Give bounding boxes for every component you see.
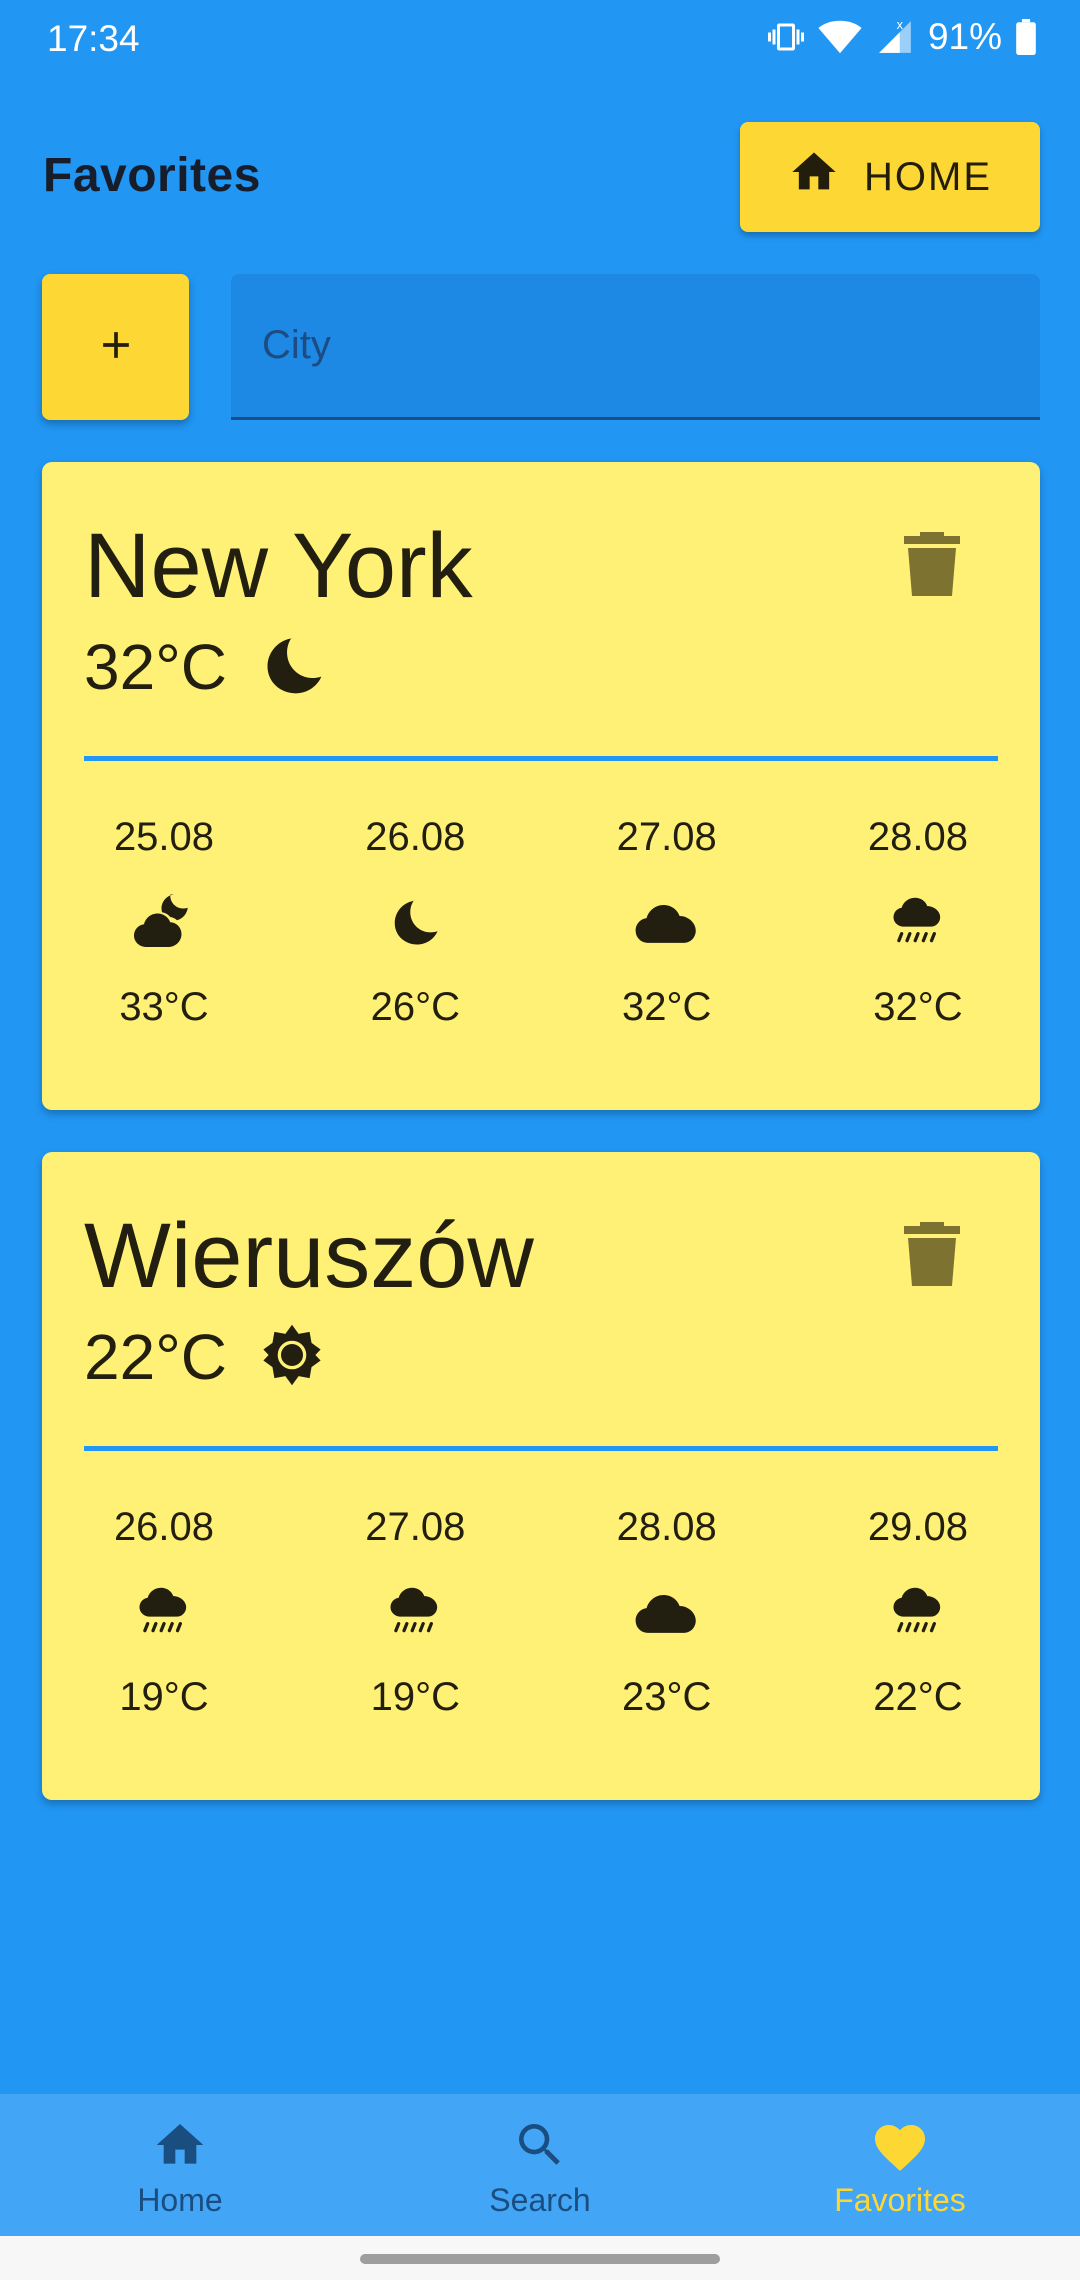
forecast-date: 26.08 (113, 1505, 215, 1549)
home-icon (152, 2117, 208, 2178)
forecast-day: 27.08 32°C (587, 812, 747, 1032)
forecast-temp: 33°C (119, 985, 209, 1029)
forecast-row: 25.08 33°C 26.08 26°C 27.08 32°C 28.08 3… (84, 812, 998, 1032)
status-icons: x 91% (767, 16, 1036, 58)
trash-icon (904, 531, 960, 601)
rain-icon (889, 1552, 947, 1672)
signal-icon: x (876, 18, 914, 56)
add-city-button[interactable] (42, 274, 189, 420)
nav-label: Home (137, 2182, 223, 2218)
plus-icon (94, 323, 138, 372)
wifi-icon (818, 19, 862, 55)
forecast-date: 26.08 (365, 815, 466, 859)
sun-icon (259, 1322, 325, 1393)
gesture-handle[interactable] (360, 2254, 720, 2264)
home-button-label: HOME (864, 154, 992, 199)
moon-icon (259, 631, 327, 704)
city-name: New York (84, 515, 473, 617)
favorite-card: Wieruszów 22°C 26.08 19°C 27.08 19°C 28.… (42, 1152, 1040, 1800)
forecast-date: 29.08 (867, 1505, 969, 1549)
forecast-day: 26.08 19°C (84, 1502, 244, 1722)
battery-percent: 91% (927, 16, 1002, 57)
forecast-temp: 23°C (621, 1675, 712, 1719)
forecast-day: 27.08 19°C (335, 1502, 495, 1722)
forecast-day: 28.08 23°C (587, 1502, 747, 1722)
vibrate-icon (767, 19, 804, 55)
status-bar: 17:34 x 91% (0, 0, 1080, 80)
status-time: 17:34 (47, 18, 140, 59)
favorite-card: New York 32°C 25.08 33°C 26.08 26°C 27.0… (42, 462, 1040, 1110)
battery-icon (1016, 19, 1036, 55)
card-divider (84, 1446, 998, 1451)
cloud-moon-icon (131, 862, 197, 982)
nav-label: Search (489, 2182, 591, 2218)
current-weather: 32°C (84, 630, 327, 704)
forecast-day: 28.08 32°C (838, 812, 998, 1032)
current-temp: 22°C (84, 1321, 227, 1393)
forecast-row: 26.08 19°C 27.08 19°C 28.08 23°C 29.08 2… (84, 1502, 998, 1722)
forecast-date: 27.08 (365, 1505, 466, 1549)
bottom-nav: Home Search Favorites (0, 2094, 1080, 2236)
trash-icon (904, 1221, 960, 1291)
rain-icon (135, 1552, 193, 1672)
svg-text:x: x (897, 18, 904, 32)
city-input[interactable] (231, 274, 1040, 420)
cloud-icon (633, 1552, 701, 1672)
forecast-day: 25.08 33°C (84, 812, 244, 1032)
forecast-date: 27.08 (616, 815, 717, 859)
forecast-temp: 19°C (119, 1675, 209, 1719)
nav-item-search[interactable]: Search (360, 2094, 720, 2236)
home-icon (788, 146, 840, 208)
forecast-temp: 32°C (621, 985, 712, 1029)
rain-icon (386, 1552, 444, 1672)
rain-icon (889, 862, 947, 982)
nav-label: Favorites (834, 2182, 966, 2218)
forecast-temp: 22°C (873, 1675, 963, 1719)
forecast-date: 25.08 (113, 815, 215, 859)
forecast-day: 26.08 26°C (335, 812, 495, 1032)
heart-icon (870, 2117, 930, 2178)
search-icon (512, 2117, 568, 2178)
forecast-temp: 32°C (873, 985, 963, 1029)
nav-item-favorites[interactable]: Favorites (720, 2094, 1080, 2236)
delete-button[interactable] (904, 531, 960, 601)
forecast-date: 28.08 (616, 1505, 717, 1549)
delete-button[interactable] (904, 1221, 960, 1291)
city-name: Wieruszów (84, 1205, 534, 1307)
moon-icon (388, 862, 442, 982)
cloud-icon (633, 862, 701, 982)
current-weather: 22°C (84, 1320, 325, 1394)
forecast-temp: 26°C (370, 985, 461, 1029)
forecast-day: 29.08 22°C (838, 1502, 998, 1722)
gesture-area (0, 2236, 1080, 2280)
forecast-temp: 19°C (370, 1675, 461, 1719)
home-button[interactable]: HOME (740, 122, 1040, 232)
page-title: Favorites (43, 149, 261, 202)
forecast-date: 28.08 (867, 815, 969, 859)
card-divider (84, 756, 998, 761)
current-temp: 32°C (84, 631, 227, 703)
nav-item-home[interactable]: Home (0, 2094, 360, 2236)
